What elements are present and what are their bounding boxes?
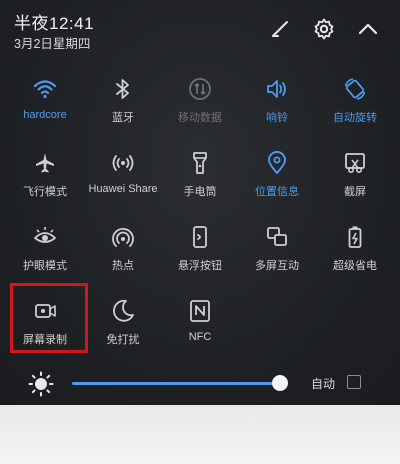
tile-multi-screen[interactable]: 多屏互动 xyxy=(238,222,316,302)
settings-button[interactable] xyxy=(309,14,339,44)
mobile-data-icon xyxy=(185,74,215,104)
brightness-slider-track[interactable] xyxy=(72,382,282,385)
tile-wifi[interactable]: hardcore xyxy=(6,74,84,154)
brightness-sun-icon xyxy=(28,371,54,397)
tile-label: 超级省电 xyxy=(333,260,377,272)
screenshot-icon xyxy=(340,148,370,178)
tile-location[interactable]: 位置信息 xyxy=(238,148,316,228)
tile-label: 护眼模式 xyxy=(23,260,67,272)
tile-label: 截屏 xyxy=(344,186,366,198)
floating-button-icon xyxy=(185,222,215,252)
brightness-slider-knob[interactable] xyxy=(272,375,288,391)
multi-screen-icon xyxy=(262,222,292,252)
tile-ring[interactable]: 响铃 xyxy=(238,74,316,154)
auto-brightness-checkbox[interactable] xyxy=(347,375,361,389)
auto-brightness-label: 自动 xyxy=(311,377,336,391)
quick-settings-panel: 半夜12:41 3月2日星期四 hardcore 蓝牙 移动数据 响铃 自动旋转… xyxy=(0,0,400,405)
tile-hotspot[interactable]: 热点 xyxy=(84,222,162,302)
edit-button[interactable] xyxy=(265,14,295,44)
tile-label: 飞行模式 xyxy=(23,186,67,198)
tile-screenshot[interactable]: 截屏 xyxy=(316,148,394,228)
tile-battery-saver[interactable]: 超级省电 xyxy=(316,222,394,302)
tile-nfc[interactable]: NFC xyxy=(161,296,239,376)
tile-label: 多屏互动 xyxy=(255,260,299,272)
collapse-button[interactable] xyxy=(353,14,383,44)
battery-saver-icon xyxy=(340,222,370,252)
date-text: 3月2日星期四 xyxy=(14,37,91,51)
tile-auto-rotate[interactable]: 自动旋转 xyxy=(316,74,394,154)
bluetooth-icon xyxy=(108,74,138,104)
auto-rotate-icon xyxy=(340,74,370,104)
brightness-row: 自动 xyxy=(0,365,400,401)
tile-flashlight[interactable]: 手电筒 xyxy=(161,148,239,228)
tile-label: 响铃 xyxy=(266,112,288,124)
tile-bluetooth[interactable]: 蓝牙 xyxy=(84,74,162,154)
flashlight-icon xyxy=(185,148,215,178)
hotspot-icon xyxy=(108,222,138,252)
tile-airplane[interactable]: 飞行模式 xyxy=(6,148,84,228)
tile-mobile-data[interactable]: 移动数据 xyxy=(161,74,239,154)
tile-label: 位置信息 xyxy=(255,186,299,198)
nfc-icon xyxy=(185,296,215,326)
tile-label: NFC xyxy=(188,331,212,343)
status-header: 半夜12:41 3月2日星期四 xyxy=(0,0,400,60)
do-not-disturb-icon xyxy=(108,296,138,326)
highlight-box xyxy=(10,283,88,353)
ring-volume-icon xyxy=(262,74,292,104)
gear-icon xyxy=(314,18,334,40)
chevron-up-icon xyxy=(358,23,378,35)
eye-comfort-icon xyxy=(30,222,60,252)
location-icon xyxy=(262,148,292,178)
huawei-share-icon xyxy=(108,148,138,178)
tile-label: 自动旋转 xyxy=(333,112,377,124)
background-content xyxy=(0,405,400,464)
tile-label: hardcore xyxy=(23,109,67,121)
tile-floating-button[interactable]: 悬浮按钮 xyxy=(161,222,239,302)
clock-time: 半夜12:41 xyxy=(14,14,95,33)
airplane-icon xyxy=(30,148,60,178)
tile-huawei-share[interactable]: Huawei Share xyxy=(84,148,162,228)
wifi-icon xyxy=(30,74,60,104)
edit-pencil-icon xyxy=(272,21,288,37)
tile-do-not-disturb[interactable]: 免打扰 xyxy=(84,296,162,376)
